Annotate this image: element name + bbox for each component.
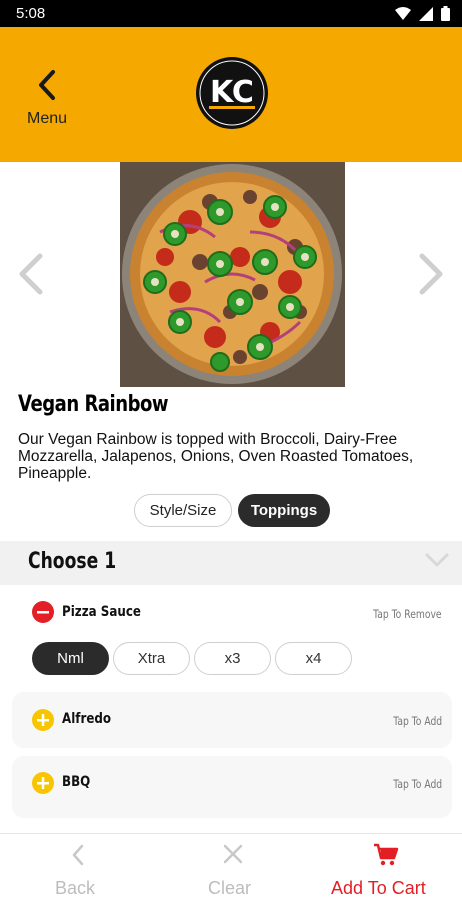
cart-icon	[374, 843, 399, 866]
brand-logo: KC	[196, 57, 268, 129]
status-time: 5:08	[16, 5, 46, 22]
back-label: Back	[55, 878, 96, 898]
add-to-cart-button[interactable]: Add To Cart	[328, 834, 448, 900]
chevron-left-icon	[72, 844, 84, 866]
chevron-down-icon	[425, 553, 449, 567]
svg-text:KC: KC	[210, 75, 254, 110]
choose-section-header[interactable]: Choose 1	[0, 541, 462, 585]
back-button[interactable]: Back	[40, 834, 120, 900]
amount-x3[interactable]: x3	[194, 642, 271, 675]
tab-style-size[interactable]: Style/Size	[134, 494, 232, 527]
clear-button[interactable]: Clear	[195, 834, 275, 900]
menu-back-label: Menu	[26, 110, 68, 127]
previous-image-arrow[interactable]	[16, 252, 46, 296]
minus-circle-icon	[32, 601, 54, 623]
wifi-icon	[395, 6, 411, 20]
topping-option-bbq[interactable]: BBQ Tap To Add	[12, 756, 452, 818]
menu-back-button[interactable]: Menu	[22, 69, 72, 129]
topping-hint: Tap To Remove	[373, 607, 442, 621]
signal-icon	[419, 6, 433, 21]
pizza-illustration	[120, 162, 345, 387]
close-icon	[223, 844, 243, 864]
chevron-left-icon	[39, 70, 55, 100]
customization-tabs: Style/Size Toppings	[134, 494, 330, 527]
topping-hint: Tap To Add	[393, 777, 442, 791]
topping-name: BBQ	[62, 774, 91, 790]
topping-option-pizza-sauce[interactable]: Pizza Sauce Tap To Remove	[12, 590, 452, 638]
next-image-arrow[interactable]	[416, 252, 446, 296]
product-title: Vegan Rainbow	[18, 392, 169, 417]
clear-label: Clear	[208, 878, 252, 898]
app-header: Menu KC	[0, 27, 462, 162]
topping-name: Pizza Sauce	[62, 604, 141, 620]
add-to-cart-label: Add To Cart	[331, 878, 426, 898]
tab-toppings[interactable]: Toppings	[238, 494, 330, 527]
amount-selector: Nml Xtra x3 x4	[32, 642, 352, 675]
plus-circle-icon	[32, 709, 54, 731]
topping-hint: Tap To Add	[393, 714, 442, 728]
status-icons	[395, 6, 450, 21]
product-image-carousel	[0, 162, 462, 387]
pizza-image	[120, 162, 345, 387]
topping-option-alfredo[interactable]: Alfredo Tap To Add	[12, 692, 452, 748]
amount-extra[interactable]: Xtra	[113, 642, 190, 675]
bottom-nav: Back Clear Add To Cart	[0, 833, 462, 900]
plus-circle-icon	[32, 772, 54, 794]
section-title: Choose 1	[28, 549, 117, 574]
amount-normal[interactable]: Nml	[32, 642, 109, 675]
amount-x4[interactable]: x4	[275, 642, 352, 675]
battery-icon	[441, 6, 450, 21]
topping-name: Alfredo	[62, 711, 112, 727]
status-bar: 5:08	[0, 0, 462, 27]
product-description: Our Vegan Rainbow is topped with Broccol…	[18, 431, 414, 482]
